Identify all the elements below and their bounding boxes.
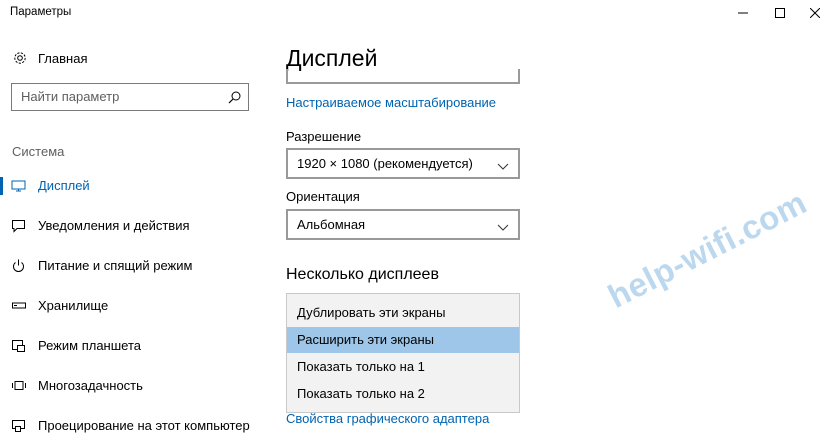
menu-item-label: Дублировать эти экраны [297, 305, 446, 320]
tablet-mode-icon [11, 338, 27, 354]
orientation-value: Альбомная [297, 217, 366, 232]
resolution-value: 1920 × 1080 (рекомендуется) [297, 156, 473, 171]
home-label: Главная [38, 50, 88, 66]
projecting-icon [11, 418, 27, 434]
sidebar-item-tablet-mode[interactable]: Режим планшета [0, 331, 262, 361]
menu-item-show-only-1[interactable]: Показать только на 1 [287, 354, 519, 380]
multiple-displays-menu: Дублировать эти экраны Расширить эти экр… [286, 293, 520, 413]
power-icon [11, 258, 27, 274]
multitasking-icon [11, 378, 27, 394]
resolution-dropdown[interactable]: 1920 × 1080 (рекомендуется) [286, 148, 520, 179]
multiple-displays-title: Несколько дисплеев [286, 266, 439, 283]
sidebar-item-storage[interactable]: Хранилище [0, 291, 262, 321]
group-label-system: Система [12, 144, 65, 159]
storage-icon [11, 298, 27, 314]
home-link[interactable]: Главная [12, 50, 87, 66]
sidebar: Главная Найти параметр Система Дисплей У… [0, 26, 262, 442]
watermark: help-wifi.com [602, 183, 813, 315]
notification-icon [11, 218, 27, 234]
sidebar-item-label: Уведомления и действия [38, 218, 190, 233]
page-title: Дисплей [286, 45, 378, 71]
sidebar-item-label: Режим планшета [38, 338, 141, 353]
graphics-adapter-properties-link[interactable]: Свойства графического адаптера [286, 411, 489, 426]
minimize-icon [738, 12, 748, 14]
menu-item-label: Показать только на 1 [297, 359, 425, 374]
search-input[interactable]: Найти параметр [21, 84, 119, 110]
menu-item-show-only-2[interactable]: Показать только на 2 [287, 381, 519, 407]
chevron-down-icon [497, 220, 509, 235]
maximize-icon [775, 8, 785, 18]
menu-item-extend[interactable]: Расширить эти экраны [287, 327, 519, 353]
monitor-icon [11, 178, 27, 194]
menu-item-label: Расширить эти экраны [297, 332, 434, 347]
sidebar-item-notifications[interactable]: Уведомления и действия [0, 211, 262, 241]
orientation-dropdown[interactable]: Альбомная [286, 209, 520, 240]
menu-item-label: Показать только на 2 [297, 386, 425, 401]
display-settings-pane: Дисплей Настраиваемое масштабирование Ра… [262, 26, 837, 442]
custom-scaling-link[interactable]: Настраиваемое масштабирование [286, 95, 496, 110]
gear-icon [12, 50, 28, 66]
sidebar-item-label: Хранилище [38, 298, 109, 313]
scale-dropdown-partial[interactable] [286, 69, 520, 84]
close-icon [810, 8, 820, 18]
sidebar-item-multitasking[interactable]: Многозадачность [0, 371, 262, 401]
sidebar-item-display[interactable]: Дисплей [0, 171, 262, 201]
sidebar-item-label: Дисплей [38, 178, 90, 193]
chevron-down-icon [497, 159, 509, 174]
sidebar-item-label: Проецирование на этот компьютер [38, 418, 250, 433]
window-title: Параметры [10, 6, 72, 18]
sidebar-item-label: Питание и спящий режим [38, 258, 193, 273]
search-icon [228, 90, 242, 109]
orientation-label: Ориентация [286, 189, 360, 204]
search-box[interactable]: Найти параметр [11, 83, 249, 111]
resolution-label: Разрешение [286, 129, 362, 144]
sidebar-item-power[interactable]: Питание и спящий режим [0, 251, 262, 281]
sidebar-item-projecting[interactable]: Проецирование на этот компьютер [0, 411, 262, 441]
sidebar-item-label: Многозадачность [38, 378, 143, 393]
title-bar: Параметры [0, 0, 837, 26]
close-button[interactable] [792, 0, 837, 26]
menu-item-duplicate[interactable]: Дублировать эти экраны [287, 300, 519, 326]
